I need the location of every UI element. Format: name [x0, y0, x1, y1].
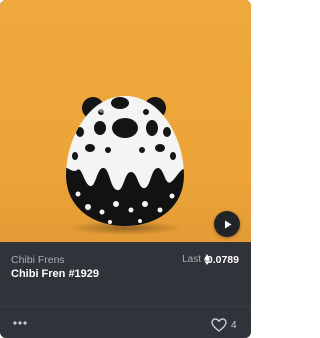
heart-icon[interactable] [211, 318, 227, 332]
nft-card[interactable]: Chibi Frens Chibi Fren #1929 Last 0.0789… [0, 0, 251, 338]
card-info: Chibi Frens Chibi Fren #1929 Last 0.0789 [0, 242, 251, 306]
more-options-icon[interactable] [12, 317, 30, 329]
like-count: 4 [231, 320, 237, 331]
price-label: Last [182, 254, 201, 265]
collection-name[interactable]: Chibi Frens [11, 254, 65, 266]
item-name[interactable]: Chibi Fren #1929 [11, 268, 99, 280]
egg-panda-illustration [66, 96, 184, 235]
price-value: 0.0789 [206, 254, 239, 266]
play-button[interactable] [214, 211, 240, 237]
card-footer: 4 [0, 307, 251, 338]
nft-artwork[interactable] [0, 0, 251, 242]
play-icon [224, 220, 231, 228]
